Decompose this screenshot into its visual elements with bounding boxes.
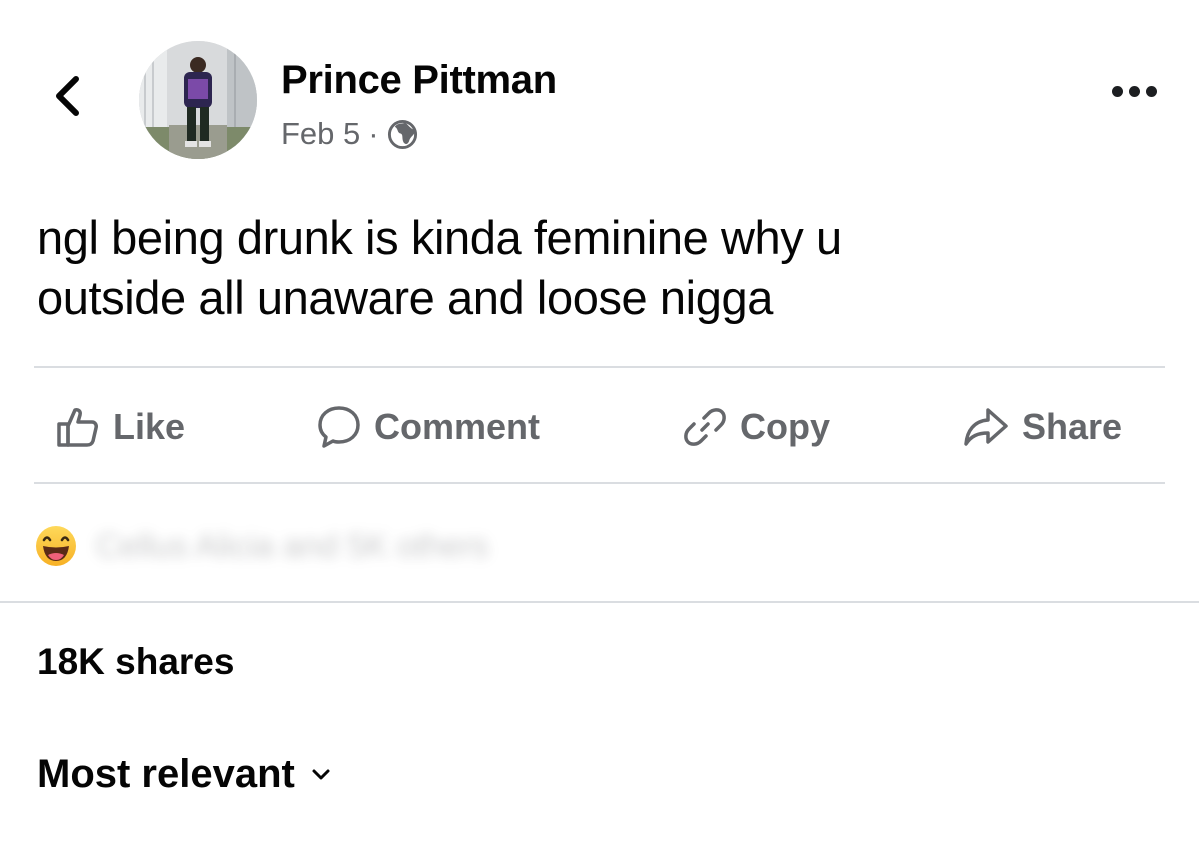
post-text-line-1: ngl being drunk is kinda feminine why u: [37, 211, 842, 264]
copy-label: Copy: [740, 406, 830, 447]
avatar[interactable]: [139, 41, 257, 159]
meta-separator: ·: [368, 116, 379, 151]
comment-label: Comment: [374, 406, 541, 447]
globe-icon: [387, 119, 417, 149]
reactions-text: Cellus Alicia and 5K others: [96, 527, 489, 564]
more-dots-icon: [1112, 86, 1123, 97]
thumbs-up-icon: [57, 408, 98, 447]
chevron-down-icon: [312, 769, 330, 779]
comment-button[interactable]: Comment: [316, 404, 540, 450]
post-text: ngl being drunk is kinda feminine why u …: [37, 208, 1157, 328]
section-divider: [0, 601, 1199, 603]
haha-reaction-icon: [36, 526, 76, 566]
shares-count[interactable]: 18K shares: [37, 641, 234, 683]
post-meta: Feb 5 ·: [281, 116, 418, 152]
author-name[interactable]: Prince Pittman: [281, 58, 557, 103]
comment-sort-dropdown[interactable]: Most relevant: [37, 752, 331, 797]
post-date[interactable]: Feb 5: [281, 116, 360, 152]
more-options-button[interactable]: [1112, 86, 1157, 97]
action-bar: Like Comment Copy Share: [34, 368, 1165, 484]
like-label: Like: [113, 406, 186, 447]
post-text-line-2: outside all unaware and loose nigga: [37, 271, 773, 324]
sort-label: Most relevant: [37, 752, 295, 796]
share-button[interactable]: Share: [962, 404, 1122, 450]
divider: [34, 482, 1165, 484]
avatar-photo: [139, 41, 257, 159]
share-label: Share: [1022, 406, 1123, 447]
link-icon: [684, 408, 726, 446]
reactions-summary[interactable]: Cellus Alicia and 5K others: [34, 524, 489, 568]
copy-button[interactable]: Copy: [682, 404, 830, 450]
back-button[interactable]: [50, 74, 86, 118]
chevron-left-icon: [56, 76, 79, 116]
share-icon: [964, 408, 1008, 446]
comment-icon: [318, 406, 360, 448]
like-button[interactable]: Like: [55, 404, 185, 450]
